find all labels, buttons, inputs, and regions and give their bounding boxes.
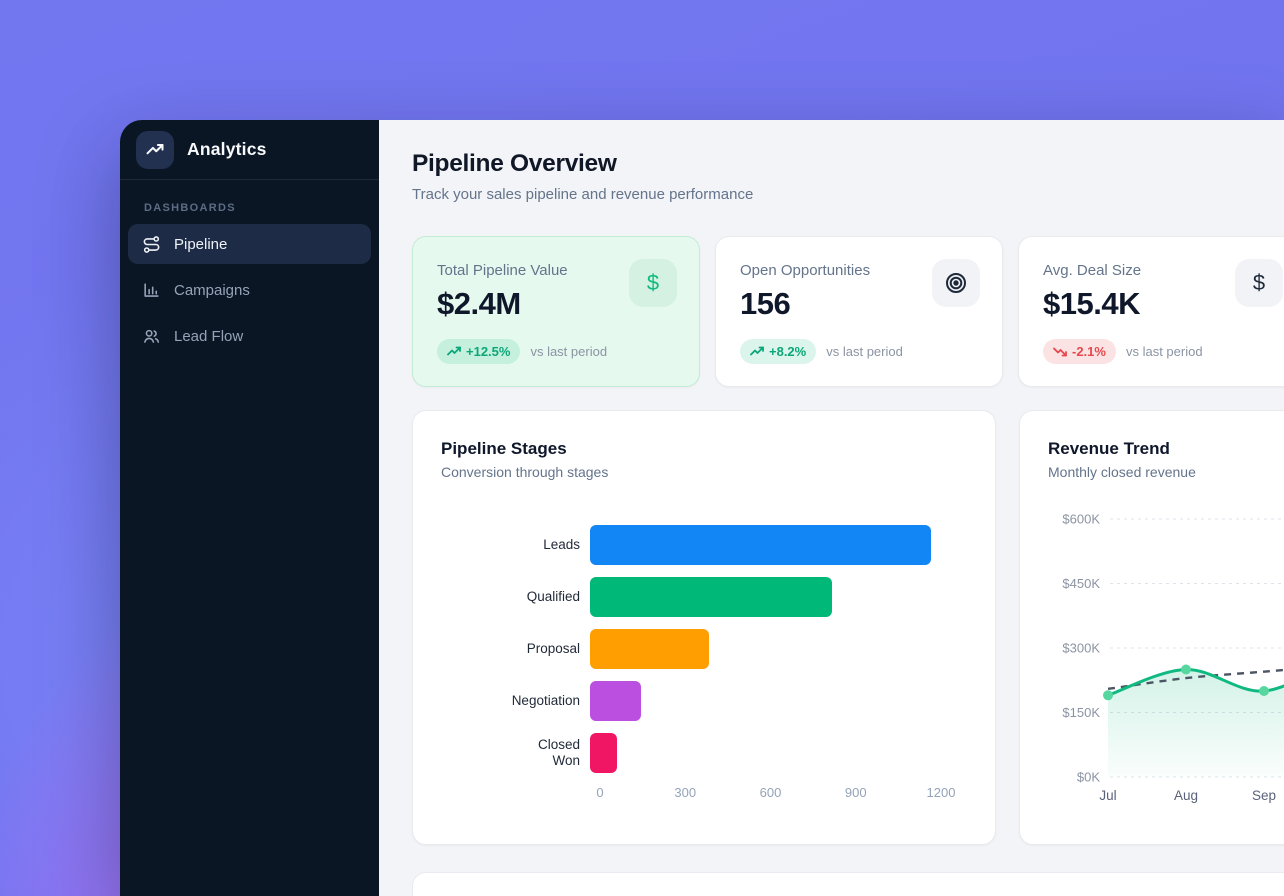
revenue-data-point[interactable] xyxy=(1103,690,1113,700)
pipeline-stages-subtitle: Conversion through stages xyxy=(441,464,967,480)
sidebar-nav: Pipeline Campaigns Lead Flow xyxy=(120,224,379,356)
revenue-trend-subtitle: Monthly closed revenue xyxy=(1048,464,1284,480)
kpi-card-avg-deal-size: Avg. Deal Size $15.4K -2.1% vs last peri… xyxy=(1018,236,1284,387)
sidebar-item-pipeline[interactable]: Pipeline xyxy=(128,224,371,264)
kpi-card-open-opportunities: Open Opportunities 156 +8.2% vs last per… xyxy=(715,236,1003,387)
sidebar-item-label: Pipeline xyxy=(174,236,227,253)
bar-row-closed-won: ClosedWon xyxy=(441,733,967,773)
kpi-footer: +12.5% vs last period xyxy=(437,339,607,364)
users-icon xyxy=(142,327,161,346)
bar-chart-x-axis: 03006009001200 xyxy=(600,785,941,803)
bar-category-label: Leads xyxy=(441,537,590,553)
delta-badge: +8.2% xyxy=(740,339,816,364)
x-axis-tick: 0 xyxy=(596,785,603,800)
x-axis-tick: 300 xyxy=(674,785,696,800)
stage-bar[interactable] xyxy=(590,629,709,669)
sidebar-item-lead-flow[interactable]: Lead Flow xyxy=(128,316,371,356)
y-axis-tick-label: $300K xyxy=(1062,641,1100,656)
bar-row-proposal: Proposal xyxy=(441,629,967,669)
bar-row-qualified: Qualified xyxy=(441,577,967,617)
bar-category-label: Proposal xyxy=(441,641,590,657)
kpi-footer: -2.1% vs last period xyxy=(1043,339,1203,364)
delta-badge: -2.1% xyxy=(1043,339,1116,364)
sidebar-item-campaigns[interactable]: Campaigns xyxy=(128,270,371,310)
y-axis-tick-label: $150K xyxy=(1062,705,1100,720)
trending-down-icon xyxy=(1053,346,1067,357)
sidebar: Analytics DASHBOARDS Pipeline Campaigns … xyxy=(120,120,379,896)
x-axis-tick: 900 xyxy=(845,785,867,800)
pipeline-stages-bar-chart: Leads Qualified Proposal Negotiation Clo… xyxy=(441,525,967,773)
trending-up-logo-icon xyxy=(136,131,174,169)
bar-category-label: ClosedWon xyxy=(441,737,590,769)
stage-bar[interactable] xyxy=(590,681,641,721)
revenue-data-point[interactable] xyxy=(1259,686,1269,696)
delta-value: -2.1% xyxy=(1072,344,1106,359)
bar-chart-icon xyxy=(142,281,161,300)
app-window: Analytics DASHBOARDS Pipeline Campaigns … xyxy=(120,120,1284,896)
purple-backdrop: Analytics DASHBOARDS Pipeline Campaigns … xyxy=(0,0,1284,896)
pipeline-stages-title: Pipeline Stages xyxy=(441,439,967,459)
x-axis-tick-label: Jul xyxy=(1099,788,1116,803)
pipeline-stages-card: Pipeline Stages Conversion through stage… xyxy=(412,410,996,845)
page-subtitle: Track your sales pipeline and revenue pe… xyxy=(412,186,753,203)
page-title: Pipeline Overview xyxy=(412,150,617,178)
brand: Analytics xyxy=(120,120,379,180)
compare-label: vs last period xyxy=(530,344,607,359)
stage-bar[interactable] xyxy=(590,577,832,617)
compare-label: vs last period xyxy=(826,344,903,359)
dollar-icon: $ xyxy=(1235,259,1283,307)
bar-category-label: Qualified xyxy=(441,589,590,605)
x-axis-tick-label: Sep xyxy=(1252,788,1276,803)
delta-badge: +12.5% xyxy=(437,339,520,364)
x-axis-tick: 1200 xyxy=(927,785,956,800)
target-icon xyxy=(932,259,980,307)
revenue-data-point[interactable] xyxy=(1181,665,1191,675)
main-content: Pipeline Overview Track your sales pipel… xyxy=(379,120,1284,896)
y-axis-tick-label: $450K xyxy=(1062,576,1100,591)
sidebar-item-label: Lead Flow xyxy=(174,328,243,345)
revenue-trend-line-chart: $600K $450K $300K $150K $0K Jul Aug Sep xyxy=(1048,507,1284,807)
revenue-trend-card: Revenue Trend Monthly closed revenue $60… xyxy=(1019,410,1284,845)
dollar-icon: $ xyxy=(629,259,677,307)
sidebar-item-label: Campaigns xyxy=(174,282,250,299)
kpi-row: Total Pipeline Value $2.4M +12.5% vs las… xyxy=(412,236,1284,387)
revenue-area-fill xyxy=(1108,657,1284,777)
x-axis-tick: 600 xyxy=(760,785,782,800)
stage-bar[interactable] xyxy=(590,733,617,773)
charts-row: Pipeline Stages Conversion through stage… xyxy=(412,410,1284,845)
kpi-footer: +8.2% vs last period xyxy=(740,339,903,364)
route-icon xyxy=(142,235,161,254)
trending-up-icon xyxy=(447,346,461,357)
delta-value: +12.5% xyxy=(466,344,510,359)
sidebar-section-label: DASHBOARDS xyxy=(144,202,379,214)
bar-row-negotiation: Negotiation xyxy=(441,681,967,721)
trending-up-icon xyxy=(750,346,764,357)
revenue-trend-title: Revenue Trend xyxy=(1048,439,1284,459)
y-axis-tick-label: $600K xyxy=(1062,512,1100,527)
partially-visible-card xyxy=(412,872,1284,896)
bar-row-leads: Leads xyxy=(441,525,967,565)
bar-category-label: Negotiation xyxy=(441,693,590,709)
y-axis-tick-label: $0K xyxy=(1077,770,1100,785)
stage-bar[interactable] xyxy=(590,525,931,565)
app-title: Analytics xyxy=(187,139,267,160)
kpi-card-total-pipeline-value: Total Pipeline Value $2.4M +12.5% vs las… xyxy=(412,236,700,387)
compare-label: vs last period xyxy=(1126,344,1203,359)
x-axis-tick-label: Aug xyxy=(1174,788,1198,803)
delta-value: +8.2% xyxy=(769,344,806,359)
